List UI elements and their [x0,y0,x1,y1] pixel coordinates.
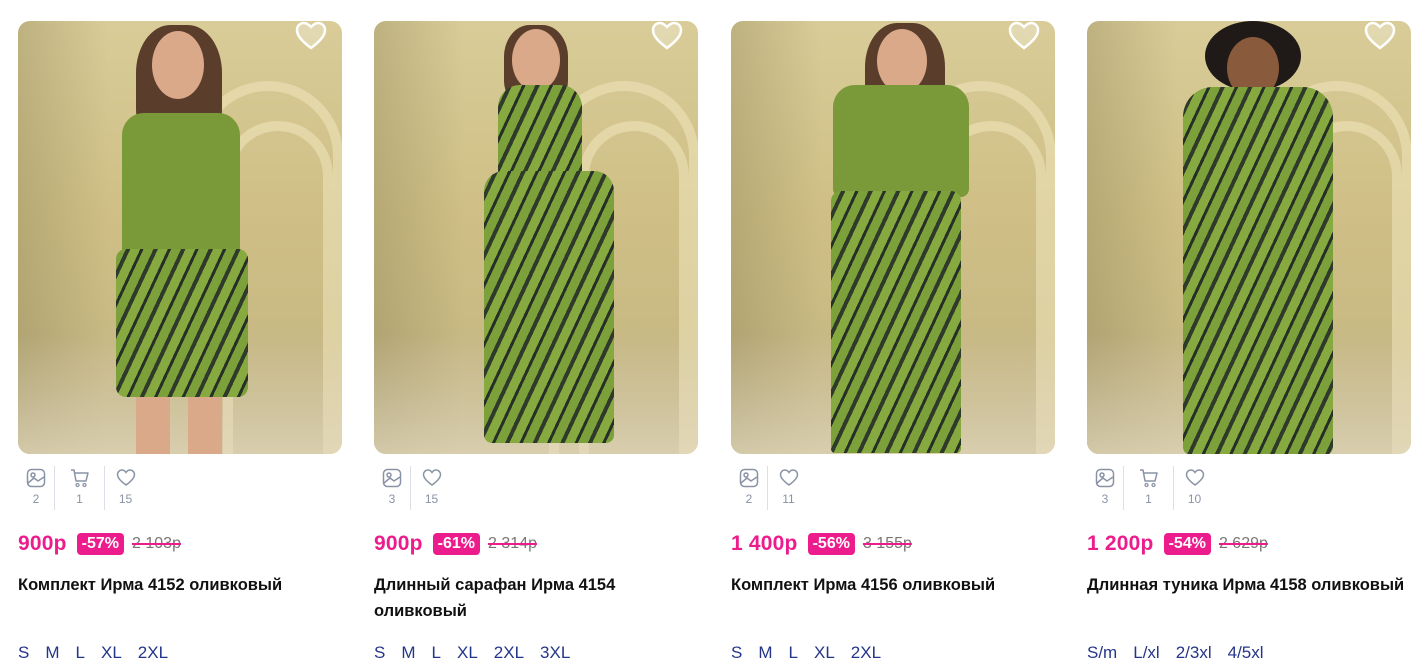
old-price: 2 629р [1218,535,1268,552]
product-title[interactable]: Комплект Ирма 4156 оливковый [731,572,1051,598]
size-list: S M L XL 2XL [731,643,897,663]
size-option[interactable]: S [374,643,385,663]
price-row: 900р -61% 2 314р [374,532,537,556]
product-title[interactable]: Длинный сарафан Ирма 4154 оливковый [374,572,694,624]
stat-likes[interactable]: 15 [410,466,452,510]
discount-badge: -61% [432,533,481,555]
product-card: 3 15 900р -61% 2 314р Длинный сарафан Ир… [374,0,700,670]
product-photo[interactable] [1087,21,1411,454]
stat-photos-count: 2 [32,492,40,506]
cart-icon [1139,469,1158,488]
image-icon [739,468,759,488]
size-list: S M L XL 2XL [18,643,184,663]
size-option[interactable]: 4/5xl [1228,643,1264,663]
product-photo[interactable] [374,21,698,454]
stat-photos[interactable]: 2 [18,466,54,510]
stat-likes[interactable]: 15 [104,466,146,510]
product-title[interactable]: Длинная туника Ирма 4158 оливковый [1087,572,1407,598]
size-option[interactable]: 2/3xl [1176,643,1212,663]
product-photo[interactable] [18,21,342,454]
favorite-button[interactable] [650,19,684,53]
stat-cart-count: 1 [76,492,83,506]
size-option[interactable]: L/xl [1133,643,1159,663]
product-stats: 2 1 15 [18,466,146,510]
old-price: 2 103р [132,535,181,552]
size-option[interactable]: XL [457,643,478,663]
stat-likes-count: 15 [118,492,133,506]
stat-photos[interactable]: 2 [731,466,767,510]
product-title[interactable]: Комплект Ирма 4152 оливковый [18,572,338,598]
favorite-button[interactable] [1363,19,1397,53]
favorite-button[interactable] [1007,19,1041,53]
size-option[interactable]: L [76,643,85,663]
heart-outline-icon [1364,21,1396,50]
stat-cart[interactable]: 1 [1123,466,1173,510]
stat-likes[interactable]: 10 [1173,466,1215,510]
stat-likes-count: 15 [424,492,439,506]
stat-photos-count: 3 [388,492,396,506]
size-option[interactable]: 2XL [138,643,168,663]
product-photo[interactable] [731,21,1055,454]
favorite-button[interactable] [294,19,328,53]
product-stats: 3 15 [374,466,452,510]
stat-photos-count: 2 [745,492,753,506]
discount-badge: -57% [76,533,125,555]
size-option[interactable]: L [432,643,441,663]
size-option[interactable]: XL [814,643,835,663]
current-price: 900р [18,532,67,555]
old-price: 3 155р [862,535,912,552]
discount-badge: -54% [1163,533,1211,555]
current-price: 1 400р [731,532,798,555]
cart-icon [70,469,89,488]
size-option[interactable]: L [789,643,798,663]
heart-icon [422,469,441,486]
current-price: 900р [374,532,423,555]
size-option[interactable]: M [45,643,59,663]
stat-photos[interactable]: 3 [1087,466,1123,510]
product-card: 2 1 15 900р -57% 2 103р Комплект Ирма 41… [18,0,344,670]
size-option[interactable]: M [401,643,415,663]
product-stats: 2 11 [731,466,809,510]
heart-icon [779,469,798,486]
product-grid: 2 1 15 900р -57% 2 103р Комплект Ирма 41… [0,0,1425,670]
size-option[interactable]: 3XL [540,643,570,663]
stat-likes[interactable]: 11 [767,466,809,510]
size-option[interactable]: S/m [1087,643,1117,663]
discount-badge: -56% [807,533,855,555]
stat-photos-count: 3 [1101,492,1109,506]
heart-icon [1185,469,1204,486]
size-option[interactable]: 2XL [494,643,524,663]
product-stats: 3 1 10 [1087,466,1215,510]
size-option[interactable]: S [18,643,29,663]
heart-icon [116,469,135,486]
size-list: S/m L/xl 2/3xl 4/5xl [1087,643,1280,663]
price-row: 1 400р -56% 3 155р [731,532,912,556]
image-icon [382,468,402,488]
price-row: 1 200р -54% 2 629р [1087,532,1268,556]
old-price: 2 314р [488,535,537,552]
image-icon [1095,468,1115,488]
stat-likes-count: 10 [1187,492,1202,506]
image-icon [26,468,46,488]
heart-outline-icon [1008,21,1040,50]
size-option[interactable]: M [758,643,772,663]
heart-outline-icon [295,21,327,50]
stat-cart[interactable]: 1 [54,466,104,510]
size-option[interactable]: 2XL [851,643,881,663]
stat-cart-count: 1 [1145,492,1152,506]
size-list: S M L XL 2XL 3XL [374,643,586,663]
heart-outline-icon [651,21,683,50]
product-card: 2 11 1 400р -56% 3 155р Комплект Ирма 41… [731,0,1057,670]
product-card: 3 1 10 1 200р -54% 2 629р Длинная туника… [1087,0,1413,670]
current-price: 1 200р [1087,532,1154,555]
price-row: 900р -57% 2 103р [18,532,181,556]
size-option[interactable]: S [731,643,742,663]
stat-likes-count: 11 [782,492,795,506]
size-option[interactable]: XL [101,643,122,663]
stat-photos[interactable]: 3 [374,466,410,510]
